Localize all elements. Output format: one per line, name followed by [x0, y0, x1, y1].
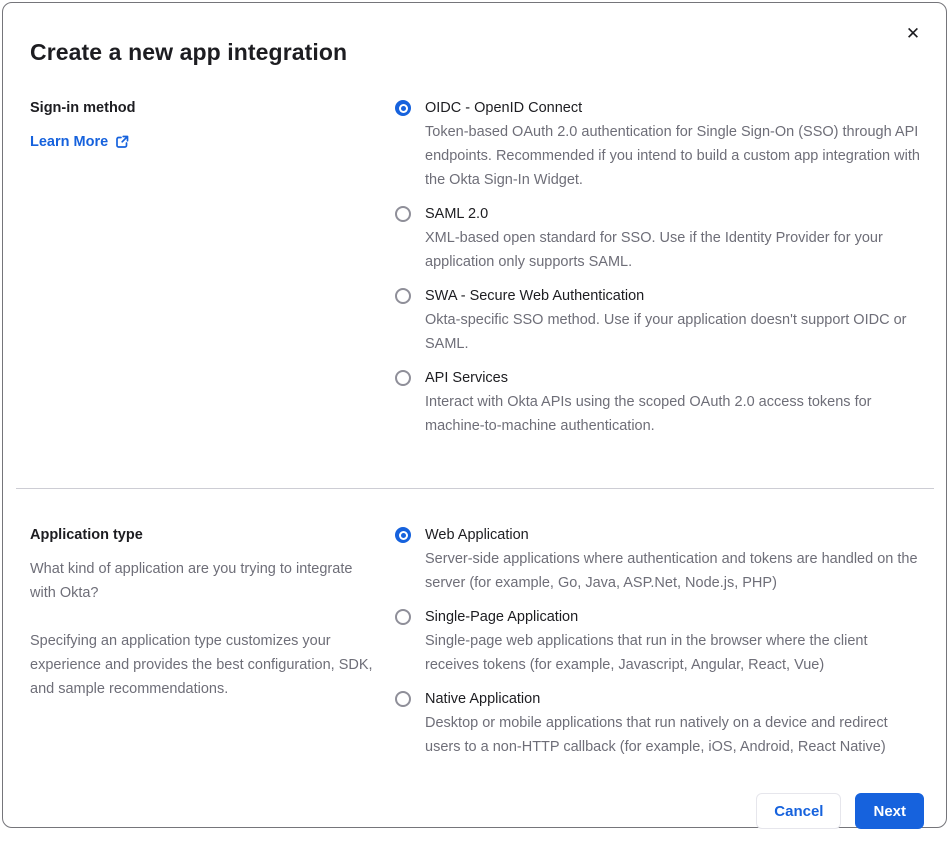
application-type-help-text: Specifying an application type customize…	[30, 633, 373, 697]
radio-unselected-icon[interactable]	[395, 288, 411, 304]
radio-unselected-icon[interactable]	[395, 609, 411, 625]
radio-option-oidc[interactable]: OIDC - OpenID Connect Token-based OAuth …	[395, 96, 924, 192]
radio-selected-icon[interactable]	[395, 100, 411, 116]
option-description: Single-page web applications that run in…	[425, 633, 868, 673]
close-icon[interactable]: ✕	[902, 23, 924, 45]
option-label: SAML 2.0	[425, 206, 489, 222]
next-button[interactable]: Next	[855, 793, 924, 829]
option-label: Single-Page Application	[425, 609, 579, 625]
radio-option-swa[interactable]: SWA - Secure Web Authentication Okta-spe…	[395, 284, 924, 356]
signin-method-section: Sign-in method Learn More OIDC - OpenID …	[28, 96, 924, 448]
option-description: Okta-specific SSO method. Use if your ap…	[425, 312, 907, 352]
radio-option-web-application[interactable]: Web Application Server-side applications…	[395, 523, 924, 595]
dialog-footer: Cancel Next	[28, 793, 924, 849]
option-description: Desktop or mobile applications that run …	[425, 715, 888, 755]
application-type-label: Application type	[30, 527, 143, 543]
radio-option-api-services[interactable]: API Services Interact with Okta APIs usi…	[395, 366, 924, 438]
radio-unselected-icon[interactable]	[395, 370, 411, 386]
external-link-icon	[115, 135, 129, 149]
option-label: OIDC - OpenID Connect	[425, 100, 583, 116]
signin-method-label: Sign-in method	[30, 100, 136, 116]
option-label: SWA - Secure Web Authentication	[425, 288, 645, 304]
option-description: XML-based open standard for SSO. Use if …	[425, 230, 883, 270]
radio-option-single-page-application[interactable]: Single-Page Application Single-page web …	[395, 605, 924, 677]
radio-unselected-icon[interactable]	[395, 691, 411, 707]
learn-more-label: Learn More	[30, 134, 109, 150]
radio-option-native-application[interactable]: Native Application Desktop or mobile app…	[395, 687, 924, 759]
application-type-section: Application type What kind of applicatio…	[28, 523, 924, 769]
option-label: API Services	[425, 370, 508, 386]
dialog-title: Create a new app integration	[30, 39, 348, 65]
option-label: Native Application	[425, 691, 541, 707]
radio-option-saml[interactable]: SAML 2.0 XML-based open standard for SSO…	[395, 202, 924, 274]
cancel-button[interactable]: Cancel	[756, 793, 842, 829]
radio-unselected-icon[interactable]	[395, 206, 411, 222]
create-app-integration-dialog: ✕ Create a new app integration Sign-in m…	[2, 2, 947, 829]
option-description: Interact with Okta APIs using the scoped…	[425, 394, 872, 434]
learn-more-link[interactable]: Learn More	[30, 130, 129, 154]
application-type-question: What kind of application are you trying …	[30, 561, 353, 601]
option-description: Server-side applications where authentic…	[425, 551, 918, 591]
option-label: Web Application	[425, 527, 529, 543]
option-description: Token-based OAuth 2.0 authentication for…	[425, 124, 920, 188]
section-divider	[16, 488, 934, 489]
radio-selected-icon[interactable]	[395, 527, 411, 543]
